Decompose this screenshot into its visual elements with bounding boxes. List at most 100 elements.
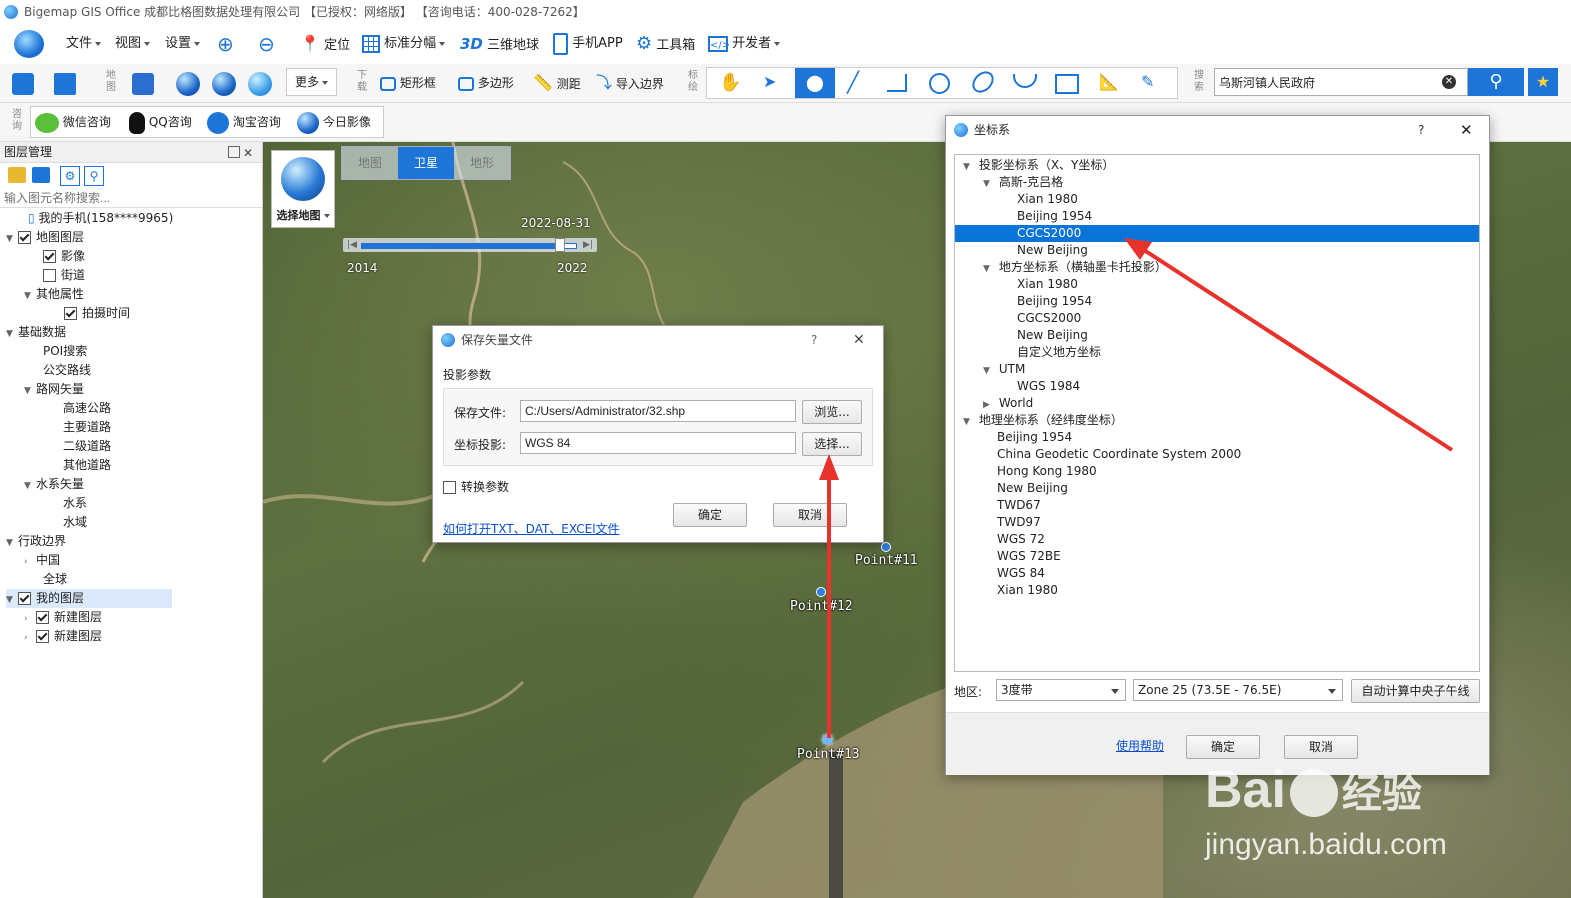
crs-item-local-xian1980[interactable]: Xian 1980 [1017,276,1078,293]
tree-item-highway[interactable]: 高速公路 [63,399,111,418]
place-search-input[interactable] [1214,68,1468,96]
crs-cancel-button[interactable]: 取消 [1284,735,1358,759]
menu-settings[interactable]: 设置 [165,24,201,64]
timeline-slider[interactable]: |◀ ▶| [343,238,597,252]
tree-item-bus[interactable]: 公交路线 [43,361,91,380]
expand-arrow-icon[interactable]: ▼ [6,325,18,344]
checkbox[interactable] [443,481,456,494]
expand-arrow-icon[interactable]: ▼ [963,159,975,176]
tree-item-water-area[interactable]: 水域 [63,513,87,532]
line-icon[interactable]: ╱ [847,70,859,94]
crs-item-geo-beijing1954[interactable]: Beijing 1954 [997,429,1072,446]
open-folder-button[interactable] [12,68,34,98]
expand-arrow-icon[interactable]: ▼ [6,534,18,553]
tree-item-my-layers[interactable]: ▼ 我的图层 [6,589,172,608]
checkbox[interactable] [36,630,49,643]
tree-item-imagery[interactable]: 影像 [43,247,85,266]
tree-item-secondary-road[interactable]: 二级道路 [63,437,111,456]
taobao-consult-button[interactable]: 淘宝咨询 [207,107,281,137]
search-button[interactable]: ⚲ [1468,68,1524,96]
crs-item-world[interactable]: ▶ World [983,395,1033,412]
tree-item-global[interactable]: 全球 [43,570,67,589]
crs-item-custom-local[interactable]: 自定义地方坐标 [1017,344,1101,361]
crs-item-gauss-newbeijing[interactable]: New Beijing [1017,242,1088,259]
tab-satellite[interactable]: 卫星 [398,147,454,179]
help-link[interactable]: 使用帮助 [1116,737,1164,754]
bing-map-button[interactable] [248,68,272,98]
convert-params-checkbox[interactable]: 转换参数 [443,478,509,495]
zone-select[interactable]: Zone 25 (73.5E - 76.5E) [1133,679,1343,701]
expand-arrow-icon[interactable]: ▼ [963,414,975,431]
checkbox[interactable] [18,231,31,244]
tab-terrain[interactable]: 地形 [454,147,510,179]
ok-button[interactable]: 确定 [673,503,747,527]
crs-item-gauss[interactable]: ▼ 高斯-克吕格 [983,174,1063,191]
crs-ok-button[interactable]: 确定 [1186,735,1260,759]
crs-item-local-beijing1954[interactable]: Beijing 1954 [1017,293,1092,310]
tree-item-poi[interactable]: POI搜索 [43,342,87,361]
projection-input[interactable] [520,432,796,454]
tree-item-water-vector[interactable]: ▼ 水系矢量 [24,475,84,494]
checkbox[interactable] [64,307,77,320]
crs-item-local[interactable]: ▼ 地方坐标系（横轴墨卡托投影） [983,259,1167,276]
browse-button[interactable]: 浏览... [802,400,862,424]
ellipse-icon[interactable] [968,67,998,97]
google-map-button[interactable] [176,68,200,98]
tree-item-basic-data[interactable]: ▼ 基础数据 [6,323,66,342]
choose-projection-button[interactable]: 选择... [802,432,862,456]
polygon-download-button[interactable]: 多边形 [458,68,514,98]
tree-item-capture-time[interactable]: 拍摄时间 [64,304,130,323]
checkbox[interactable] [18,592,31,605]
pointer-arrow-icon[interactable]: ➤ [763,72,776,91]
cancel-button[interactable]: 取消 [773,503,847,527]
crs-item-geo-wgs72[interactable]: WGS 72 [997,531,1045,548]
close-icon[interactable]: ✕ [853,326,865,354]
menu-file[interactable]: 文件 [66,24,102,64]
expand-arrow-icon[interactable]: ▼ [24,477,36,496]
rectangle-draw-icon[interactable] [1055,74,1079,94]
open-txt-help-link[interactable]: 如何打开TXT、DAT、EXCEl文件 [443,520,620,537]
zoom-in-icon[interactable]: ⊕ [217,24,234,64]
circle-icon[interactable] [929,73,950,94]
menu-tools[interactable]: ⚙ 工具箱 [636,24,695,64]
collapse-arrow-icon[interactable]: › [24,553,36,572]
help-icon[interactable]: ? [1418,116,1424,144]
hand-pan-icon[interactable]: ✋ [719,72,741,93]
crs-item-geo-wgs84[interactable]: WGS 84 [997,565,1045,582]
tree-item-china[interactable]: › 中国 [24,551,60,570]
expand-arrow-icon[interactable]: ▼ [6,230,18,249]
sector-icon[interactable] [1013,74,1037,88]
tree-item-admin-boundary[interactable]: ▼ 行政边界 [6,532,66,551]
expand-arrow-icon[interactable]: ▼ [6,591,18,610]
map-source-button[interactable] [132,68,154,98]
crs-item-geo-twd67[interactable]: TWD67 [997,497,1041,514]
crs-item-local-newbeijing[interactable]: New Beijing [1017,327,1088,344]
timeline-end-icon[interactable]: ▶| [583,240,593,250]
settings-icon[interactable]: ⚙ [60,166,80,186]
checkbox[interactable] [36,611,49,624]
zoom-out-icon[interactable]: ⊖ [258,24,275,64]
import-boundary-button[interactable]: ⤵ 导入边界 [596,68,664,98]
select-map-button[interactable]: 选择地图 [271,150,335,228]
crs-item-utm-wgs1984[interactable]: WGS 1984 [1017,378,1080,395]
tree-item-streets[interactable]: 街道 [43,266,85,285]
favorite-button[interactable]: ★ [1528,68,1558,96]
search-icon[interactable]: ⚲ [84,166,104,186]
crs-item-geo-xian1980[interactable]: Xian 1980 [997,582,1058,599]
label-edit-icon[interactable]: ✎ [1141,72,1154,91]
expand-arrow-icon[interactable]: ▼ [983,176,995,193]
google-earth-button[interactable] [212,68,236,98]
tree-item-new-layer-2[interactable]: › 新建图层 [24,627,102,646]
crs-item-geo-wgs72be[interactable]: WGS 72BE [997,548,1061,565]
close-panel-icon[interactable]: ✕ [243,143,253,163]
collapse-arrow-icon[interactable]: › [24,629,36,648]
crs-item-local-cgcs2000[interactable]: CGCS2000 [1017,310,1081,327]
checkbox[interactable] [43,250,56,263]
tree-item-new-layer-1[interactable]: › 新建图层 [24,608,102,627]
crs-item-gauss-xian1980[interactable]: Xian 1980 [1017,191,1078,208]
crs-item-geographic[interactable]: ▼ 地理坐标系（经纬度坐标） [963,412,1123,429]
measure-button[interactable]: 📏 测距 [533,68,581,98]
crs-item-geo-cgcs2000[interactable]: China Geodetic Coordinate System 2000 [997,446,1241,463]
auto-central-meridian-button[interactable]: 自动计算中央子午线 [1351,679,1480,703]
crs-item-gauss-cgcs2000[interactable]: CGCS2000 [955,225,1479,242]
